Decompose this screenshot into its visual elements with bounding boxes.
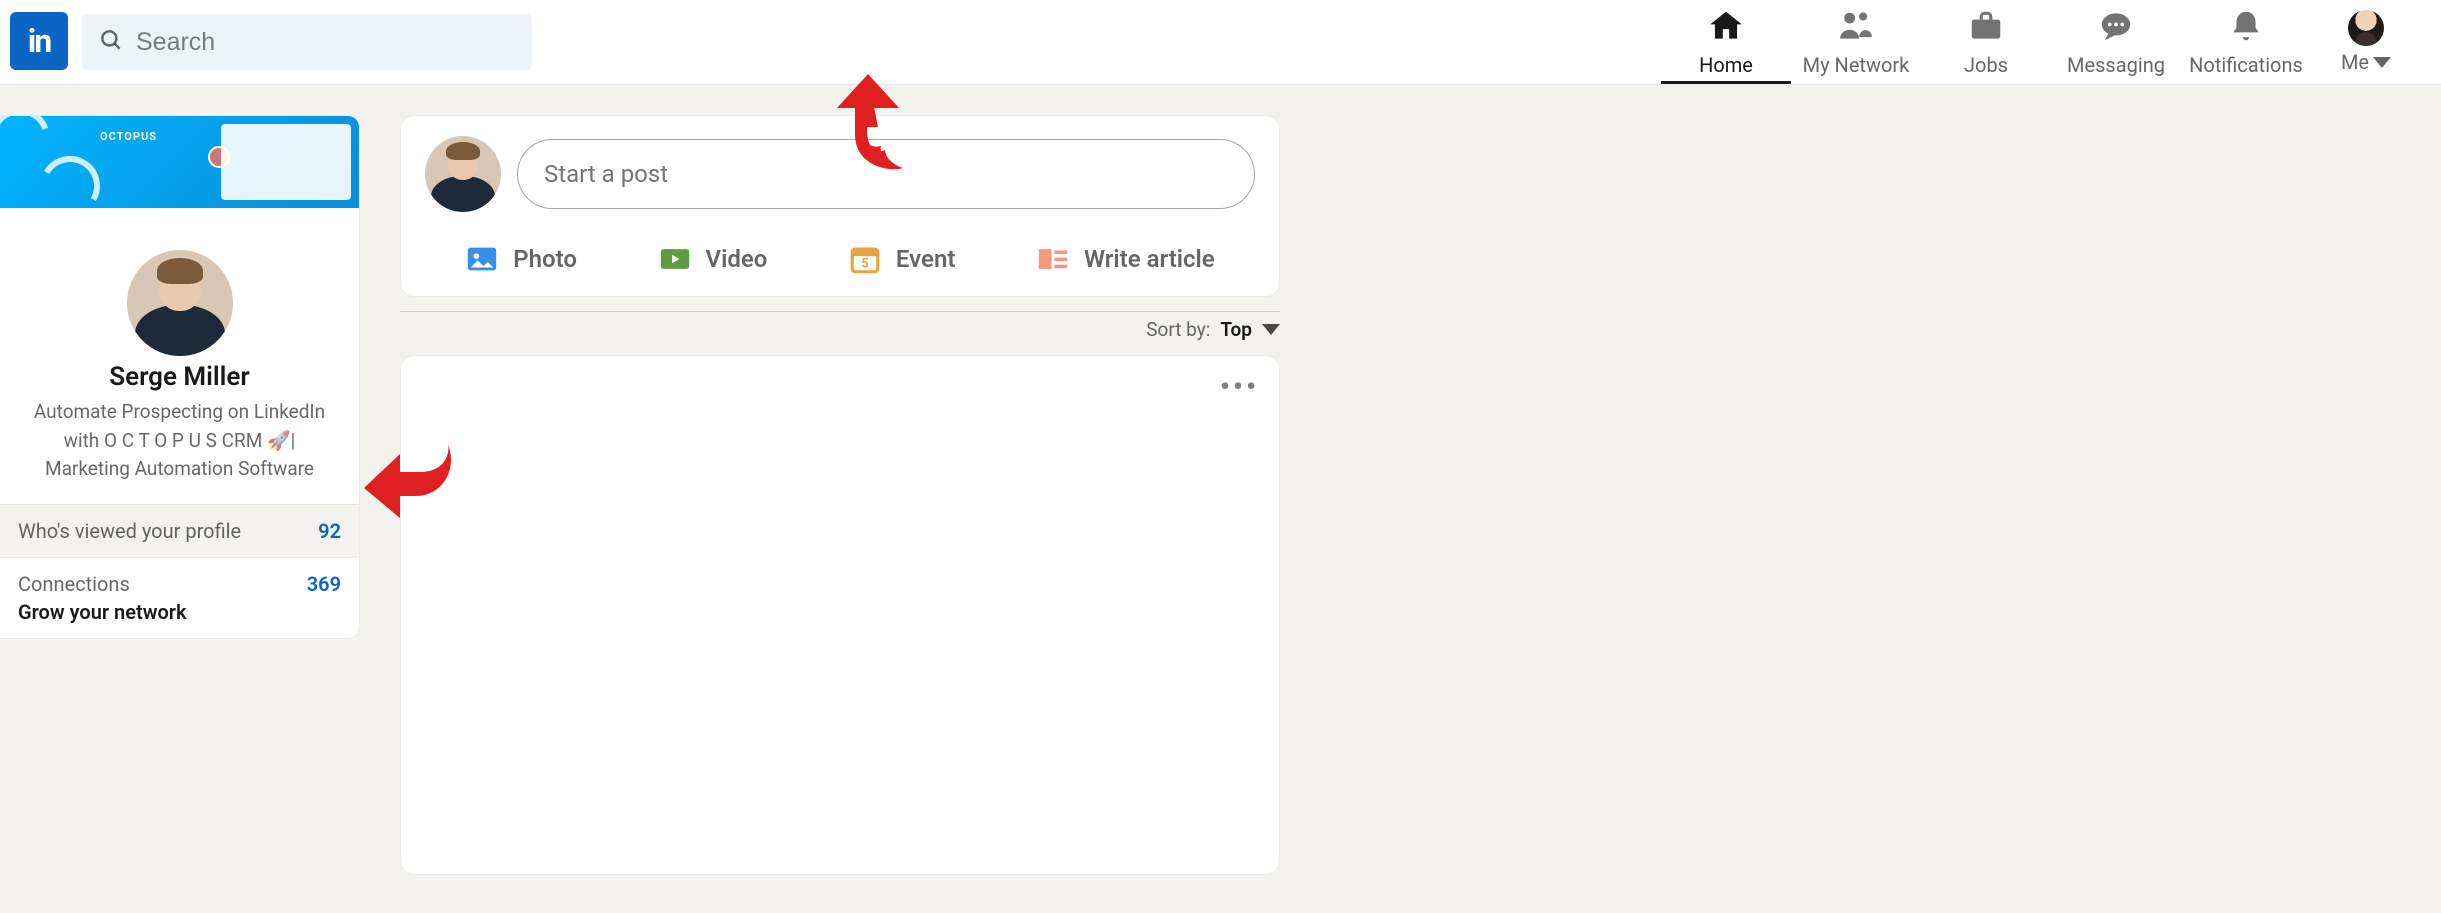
bell-icon [2226, 7, 2266, 49]
action-label: Video [706, 245, 768, 273]
feed-post-card: ••• [400, 355, 1280, 875]
start-post-placeholder: Start a post [544, 160, 668, 188]
post-article-button[interactable]: Write article [1026, 234, 1225, 284]
profile-headline: Automate Prospecting on LinkedIn with O … [0, 392, 359, 484]
nav-label: Notifications [2189, 53, 2303, 77]
cover-brand: OCTOPUS [100, 130, 157, 143]
nav-jobs[interactable]: Jobs [1921, 0, 2051, 84]
sort-value: Top [1220, 318, 1252, 341]
nav-label: Home [1699, 53, 1753, 77]
post-photo-button[interactable]: Photo [455, 234, 587, 284]
primary-nav: Home My Network Jobs Messaging Notificat… [1661, 0, 2421, 84]
annotation-arrow-viewed [358, 440, 458, 526]
grow-network-label: Grow your network [18, 600, 187, 624]
action-label: Event [896, 245, 955, 273]
stat-label: Connections [18, 572, 130, 596]
people-icon [1836, 7, 1876, 49]
avatar-icon [2348, 10, 2384, 46]
post-menu-button[interactable]: ••• [421, 370, 1259, 403]
stat-value: 369 [307, 572, 341, 624]
right-rail [1320, 115, 2441, 875]
global-header: in Home My Network Jobs [0, 0, 2441, 85]
nav-my-network[interactable]: My Network [1791, 0, 1921, 84]
stat-label: Who's viewed your profile [18, 519, 241, 543]
video-icon [658, 242, 692, 276]
linkedin-logo[interactable]: in [10, 12, 68, 70]
action-label: Photo [513, 245, 577, 273]
connections-row[interactable]: Connections Grow your network 369 [0, 557, 359, 638]
nav-label: Jobs [1964, 53, 2008, 77]
chevron-down-icon [2373, 57, 2391, 68]
post-event-button[interactable]: 5 Event [838, 234, 965, 284]
profile-sidebar: OCTOPUS Serge Miller Automate Prospectin… [0, 115, 360, 639]
home-icon [1706, 7, 1746, 49]
nav-label: My Network [1803, 53, 1910, 77]
nav-label: Me [2341, 50, 2369, 74]
article-icon [1036, 242, 1070, 276]
avatar-icon[interactable] [425, 136, 501, 212]
search-input[interactable] [136, 28, 516, 57]
stat-value: 92 [318, 519, 341, 543]
svg-text:5: 5 [861, 257, 868, 272]
nav-label: Messaging [2067, 53, 2165, 77]
message-icon [2096, 7, 2136, 49]
annotation-arrow-home [823, 72, 913, 182]
action-label: Write article [1084, 245, 1215, 273]
nav-notifications[interactable]: Notifications [2181, 0, 2311, 84]
nav-me[interactable]: Me [2311, 0, 2421, 84]
nav-home[interactable]: Home [1661, 0, 1791, 84]
search-box[interactable] [82, 14, 532, 70]
sort-prefix: Sort by: [1146, 318, 1210, 341]
post-video-button[interactable]: Video [648, 234, 778, 284]
profile-name[interactable]: Serge Miller [0, 362, 359, 392]
nav-messaging[interactable]: Messaging [2051, 0, 2181, 84]
who-viewed-row[interactable]: Who's viewed your profile 92 [0, 504, 359, 557]
sort-row[interactable]: Sort by: Top [400, 311, 1280, 341]
briefcase-icon [1966, 7, 2006, 49]
chevron-down-icon [1262, 324, 1280, 335]
photo-icon [465, 242, 499, 276]
search-icon [98, 27, 124, 57]
profile-avatar[interactable] [124, 247, 236, 359]
calendar-icon: 5 [848, 242, 882, 276]
profile-cover: OCTOPUS [0, 116, 359, 208]
feed-column: Start a post Photo Video [400, 115, 1280, 875]
